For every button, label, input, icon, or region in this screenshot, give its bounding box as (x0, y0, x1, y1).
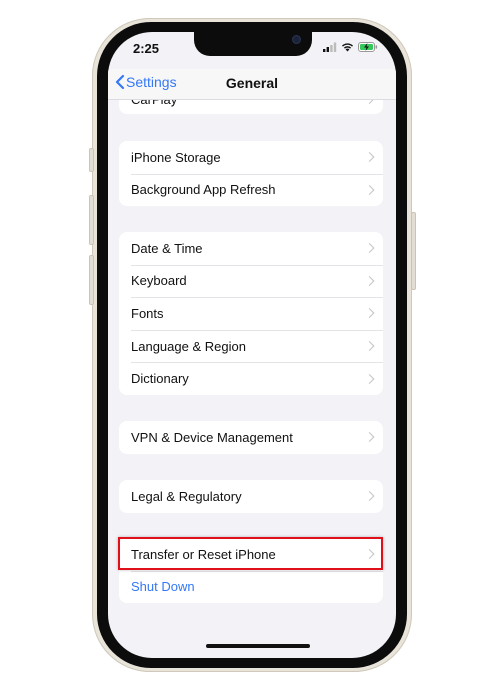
row-label: Date & Time (131, 240, 203, 256)
chevron-right-icon (364, 275, 375, 286)
row-label: Shut Down (131, 579, 195, 595)
settings-row-vpn-device-management[interactable]: VPN & Device Management (119, 421, 383, 454)
chevron-right-icon (364, 341, 375, 352)
chevron-right-icon (364, 549, 375, 560)
row-label: Keyboard (131, 273, 187, 289)
wifi-icon (342, 43, 353, 52)
settings-row-shut-down[interactable]: Shut Down (119, 570, 383, 604)
cellular-signal-icon (323, 42, 337, 52)
row-label: iPhone Storage (131, 149, 221, 165)
side-button (411, 212, 416, 290)
settings-group-storage: iPhone Storage Background App Refresh (119, 141, 383, 207)
row-label: Fonts (131, 305, 164, 321)
chevron-right-icon (364, 184, 375, 195)
row-label: Background App Refresh (131, 182, 276, 198)
settings-group-legal: Legal & Regulatory (119, 480, 383, 513)
settings-row-transfer-reset-iphone[interactable]: Transfer or Reset iPhone (119, 538, 383, 571)
settings-row-background-app-refresh[interactable]: Background App Refresh (119, 173, 383, 207)
row-label: VPN & Device Management (131, 429, 293, 445)
row-label: Legal & Regulatory (131, 488, 242, 504)
chevron-right-icon (364, 491, 375, 502)
notch (194, 32, 312, 56)
page-title: General (225, 75, 279, 91)
chevron-right-icon (364, 432, 375, 443)
row-label: Transfer or Reset iPhone (131, 546, 276, 562)
home-indicator[interactable] (206, 644, 310, 648)
settings-row-date-time[interactable]: Date & Time (119, 232, 383, 265)
volume-down-button (89, 255, 94, 305)
battery-charging-icon (358, 42, 378, 52)
settings-group-date-keyboard: Date & Time Keyboard Fonts Language & Re… (119, 232, 383, 395)
settings-row-legal-regulatory[interactable]: Legal & Regulatory (119, 480, 383, 513)
row-label: Language & Region (131, 338, 246, 354)
chevron-right-icon (364, 152, 375, 163)
front-camera (292, 35, 301, 44)
settings-row-dictionary[interactable]: Dictionary (119, 362, 383, 395)
row-label: Dictionary (131, 371, 189, 387)
chevron-right-icon (364, 308, 375, 319)
settings-group-reset: Transfer or Reset iPhone Shut Down (119, 538, 383, 604)
settings-row-iphone-storage[interactable]: iPhone Storage (119, 141, 383, 174)
volume-up-button (89, 195, 94, 245)
navigation-bar-overlay: Settings General (108, 69, 396, 100)
settings-row-language-region[interactable]: Language & Region (119, 329, 383, 363)
chevron-right-icon (364, 373, 375, 384)
status-time: 2:25 (133, 41, 160, 56)
status-icons (323, 42, 378, 52)
settings-row-fonts[interactable]: Fonts (119, 297, 383, 330)
chevron-right-icon (364, 243, 375, 254)
settings-group-vpn: VPN & Device Management (119, 421, 383, 454)
mute-switch (89, 148, 94, 172)
settings-row-keyboard[interactable]: Keyboard (119, 264, 383, 298)
screen: 2:25 Settings General iPhone Storage Bac… (108, 32, 396, 658)
